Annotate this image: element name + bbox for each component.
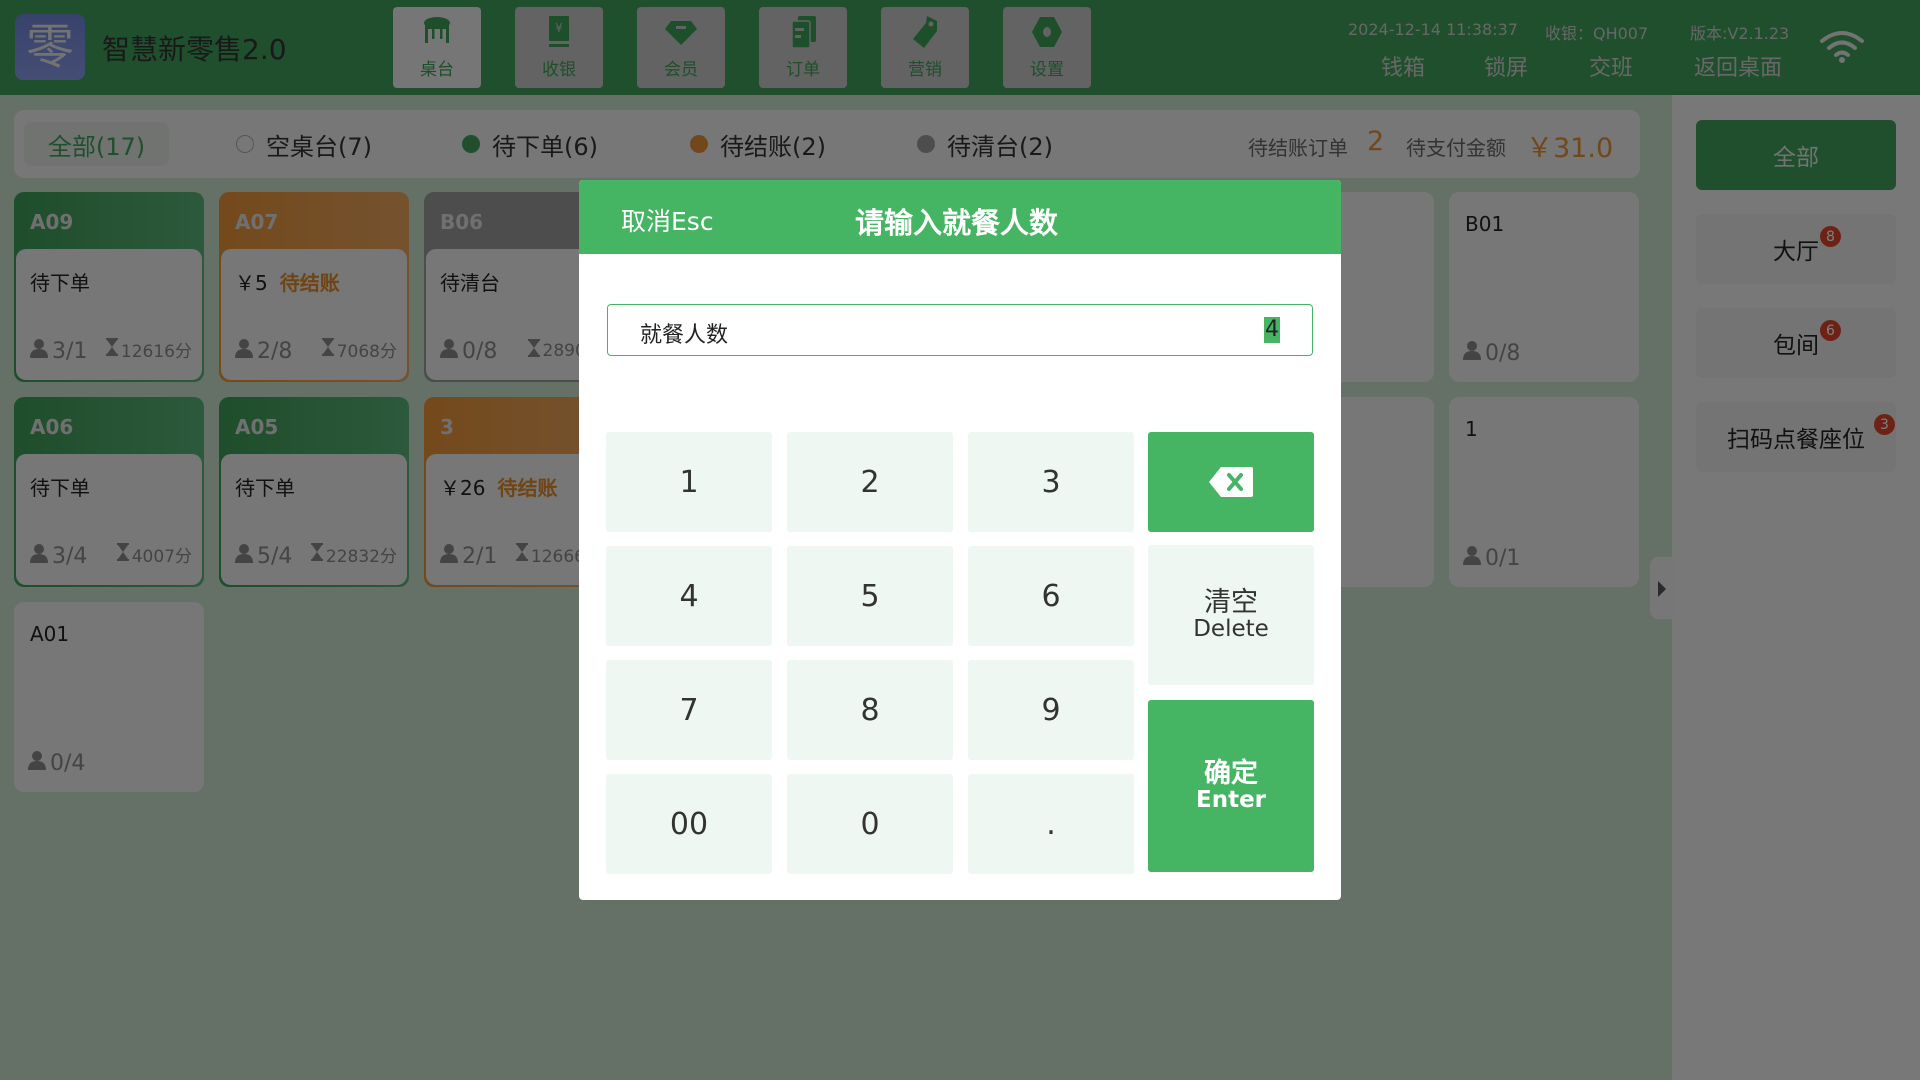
keypad-key[interactable]: . — [968, 774, 1134, 874]
keypad-key[interactable]: 1 — [606, 432, 772, 532]
keypad-key[interactable]: 6 — [968, 546, 1134, 646]
confirm-button[interactable]: 确定 Enter — [1148, 700, 1314, 872]
field-label: 就餐人数 — [640, 323, 729, 348]
dialog-title: 请输入就餐人数 — [855, 206, 1059, 240]
keypad-key[interactable]: 2 — [787, 432, 953, 532]
keypad-key[interactable]: 7 — [606, 660, 772, 760]
keypad-key[interactable]: 4 — [606, 546, 772, 646]
keypad-key[interactable]: 3 — [968, 432, 1134, 532]
clear-button[interactable]: 清空 Delete — [1148, 545, 1314, 685]
keypad-key[interactable]: 0 — [787, 774, 953, 874]
cancel-button[interactable]: 取消Esc — [621, 202, 714, 238]
keypad-key[interactable]: 00 — [606, 774, 772, 874]
keypad-key[interactable]: 5 — [787, 546, 953, 646]
guest-count-input[interactable]: 就餐人数 4 — [607, 304, 1313, 356]
keypad-key[interactable]: 8 — [787, 660, 953, 760]
keypad-key[interactable]: 9 — [968, 660, 1134, 760]
dialog-header: 取消Esc 请输入就餐人数 — [579, 180, 1341, 254]
guest-count-dialog: 取消Esc 请输入就餐人数 就餐人数 4 1 2 3 4 5 6 7 8 9 00 0. 清空 De… — [579, 180, 1341, 900]
backspace-button[interactable] — [1148, 432, 1314, 532]
field-value: 4 — [1264, 317, 1280, 343]
backspace-icon — [1209, 467, 1253, 497]
